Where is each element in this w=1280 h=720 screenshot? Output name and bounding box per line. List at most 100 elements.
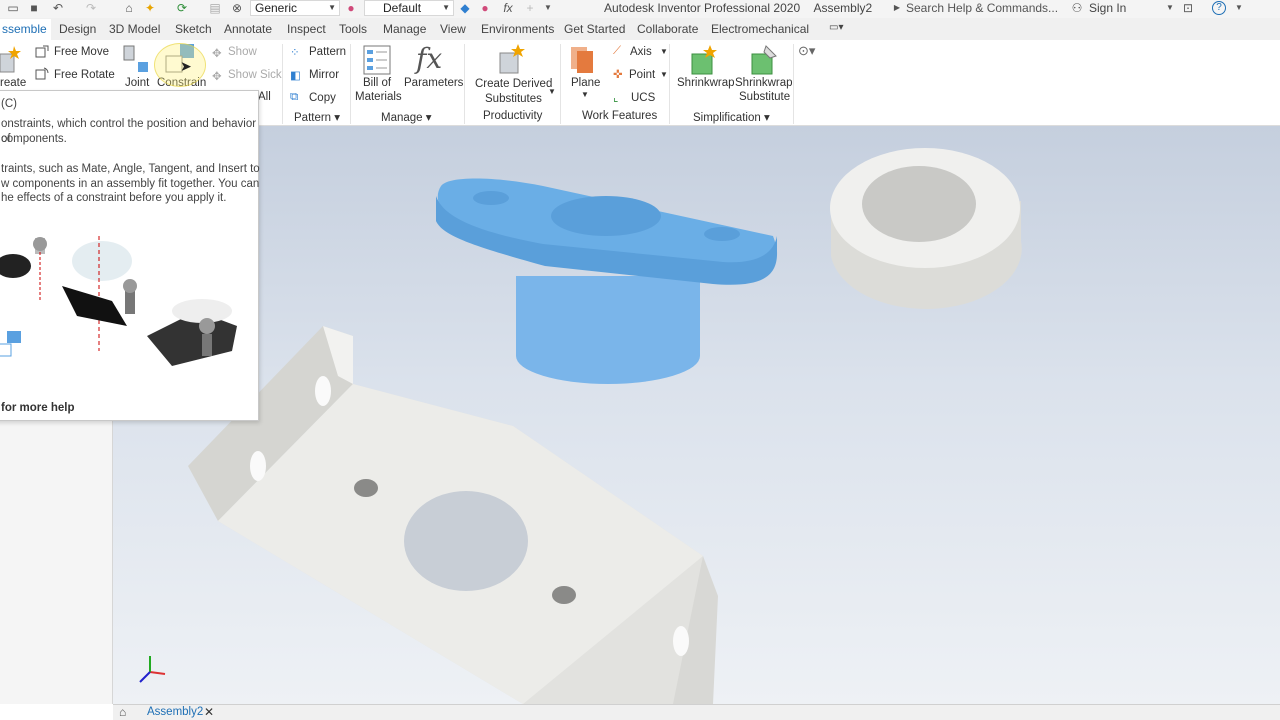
cart-icon[interactable]: ⊡ bbox=[1181, 1, 1195, 15]
chevron-down-icon[interactable]: ▼ bbox=[581, 90, 589, 99]
manage-panel-label[interactable]: Manage ▾ bbox=[381, 110, 432, 124]
tab-inspect[interactable]: Inspect bbox=[287, 22, 326, 36]
create-derived-line1[interactable]: Create Derived bbox=[475, 78, 552, 90]
tab-electromechanical[interactable]: Electromechanical bbox=[711, 22, 809, 36]
new-icon[interactable]: ✦ bbox=[143, 1, 157, 15]
point-icon: ✜ bbox=[613, 69, 623, 81]
simplification-panel-text: Simplification bbox=[693, 112, 761, 124]
undo-icon[interactable]: ↶ bbox=[51, 1, 65, 15]
clear-icon[interactable]: ● bbox=[478, 1, 492, 15]
save-icon[interactable]: ■ bbox=[27, 1, 41, 15]
appearance-combo-value: Generic bbox=[255, 1, 298, 15]
tab-environments[interactable]: Environments bbox=[481, 22, 554, 36]
tab-annotate[interactable]: Annotate bbox=[224, 22, 272, 36]
tab-manage[interactable]: Manage bbox=[383, 22, 426, 36]
panel-separator bbox=[464, 44, 465, 124]
ucs-icon: ⌞ bbox=[613, 92, 619, 104]
manage-panel-text: Manage bbox=[381, 112, 423, 124]
tooltip-help-link[interactable]: for more help bbox=[1, 401, 261, 416]
pattern-panel-label[interactable]: Pattern ▾ bbox=[294, 110, 340, 124]
select-icon[interactable]: ▤ bbox=[208, 1, 222, 15]
free-rotate-button[interactable]: Free Rotate bbox=[54, 69, 115, 81]
tooltip-shortcut: (C) bbox=[1, 98, 17, 110]
shrinkwrap-button[interactable]: Shrinkwrap bbox=[677, 77, 735, 89]
bushing-bore bbox=[551, 196, 661, 236]
mirror-button[interactable]: Mirror bbox=[309, 69, 339, 81]
parameters-button[interactable]: Parameters bbox=[404, 77, 463, 89]
material-icon[interactable]: ⊗ bbox=[230, 1, 244, 15]
tab-assemble[interactable]: ssemble bbox=[0, 19, 51, 40]
create-component-icon[interactable] bbox=[0, 44, 24, 74]
fx-icon[interactable]: fx bbox=[501, 1, 515, 15]
quick-access-toolbar: ▭ ■ ↶ ↷ ⌂ ✦ ⟳ ▤ ⊗ Generic ▼ ● Default ▼ … bbox=[0, 0, 1280, 18]
tab-view[interactable]: View bbox=[440, 22, 466, 36]
appearance-combo[interactable]: Generic ▼ bbox=[250, 0, 340, 16]
chevron-down-icon[interactable]: ▼ bbox=[548, 87, 556, 96]
shrinkwrap-substitute-icon bbox=[751, 45, 777, 75]
axis-button[interactable]: Axis bbox=[630, 46, 652, 58]
model-canvas[interactable] bbox=[113, 126, 1280, 704]
close-icon[interactable]: ✕ bbox=[204, 705, 214, 719]
chevron-down-icon[interactable]: ▼ bbox=[660, 70, 668, 79]
tab-get-started[interactable]: Get Started bbox=[564, 22, 625, 36]
tab-3d-model[interactable]: 3D Model bbox=[109, 22, 160, 36]
simplification-panel-label[interactable]: Simplification ▾ bbox=[693, 110, 770, 124]
show-sick-button[interactable]: Show Sick bbox=[228, 69, 282, 81]
spacer-ring-part[interactable] bbox=[830, 148, 1022, 309]
plane-button[interactable]: Plane bbox=[571, 77, 600, 89]
tab-design[interactable]: Design bbox=[59, 22, 96, 36]
document-tab-assembly2[interactable]: Assembly2 bbox=[147, 706, 203, 718]
home-icon[interactable]: ⌂ bbox=[122, 1, 136, 15]
home-icon[interactable]: ⌂ bbox=[119, 705, 126, 719]
create-label[interactable]: reate bbox=[0, 77, 26, 89]
user-icon: ⚇ bbox=[1071, 1, 1083, 15]
adjust-icon[interactable]: ◆ bbox=[458, 1, 472, 15]
show-icon: ✥ bbox=[212, 48, 222, 60]
customize-chevron-icon[interactable]: ▼ bbox=[541, 1, 555, 15]
tooltip-text: traints, such as Mate, Angle, Tangent, a… bbox=[1, 163, 260, 175]
mouse-pointer-icon: ➤ bbox=[180, 58, 192, 74]
shrinkwrap-substitute-line1[interactable]: Shrinkwrap bbox=[735, 77, 793, 89]
plus-icon[interactable]: + bbox=[523, 1, 537, 15]
open-icon[interactable]: ▭ bbox=[6, 1, 20, 15]
free-move-button[interactable]: Free Move bbox=[54, 46, 109, 58]
panel-options-icon[interactable]: ▭▾ bbox=[829, 22, 843, 33]
help-icon[interactable]: ? bbox=[1212, 1, 1226, 15]
tooltip-text: he effects of a constraint before you ap… bbox=[1, 192, 227, 204]
productivity-panel-label: Productivity bbox=[483, 110, 543, 122]
copy-button[interactable]: Copy bbox=[309, 92, 336, 104]
axis-icon: ⟋ bbox=[613, 45, 622, 57]
show-button[interactable]: Show bbox=[228, 46, 257, 58]
bracket-part[interactable] bbox=[188, 326, 718, 704]
chevron-down-icon[interactable]: ▼ bbox=[660, 47, 668, 56]
document-title: Assembly2 bbox=[813, 1, 873, 15]
create-derived-line2[interactable]: Substitutes bbox=[485, 93, 542, 105]
flange-bushing-part[interactable] bbox=[436, 178, 778, 385]
free-rotate-icon bbox=[35, 67, 49, 80]
bill-of-materials-line1[interactable]: Bill of bbox=[363, 77, 391, 89]
tab-collaborate[interactable]: Collaborate bbox=[637, 22, 698, 36]
point-button[interactable]: Point bbox=[629, 69, 655, 81]
graphics-viewport[interactable] bbox=[113, 126, 1280, 704]
sign-in-link[interactable]: Sign In bbox=[1089, 1, 1126, 15]
style-combo[interactable]: Default ▼ bbox=[364, 0, 454, 16]
search-help-field[interactable]: Search Help & Commands... bbox=[906, 1, 1058, 15]
bill-of-materials-line2[interactable]: Materials bbox=[355, 91, 402, 103]
panel-visibility-icon[interactable]: ⊙▾ bbox=[798, 43, 815, 59]
tab-tools[interactable]: Tools bbox=[339, 22, 367, 36]
bracket-hole bbox=[552, 586, 576, 604]
pattern-button[interactable]: Pattern bbox=[309, 46, 346, 58]
panel-separator bbox=[669, 44, 670, 124]
chevron-down-icon[interactable]: ▼ bbox=[1232, 1, 1246, 15]
joint-button[interactable]: Joint bbox=[125, 77, 149, 89]
redo-icon[interactable]: ↷ bbox=[84, 1, 98, 15]
color-wheel-icon[interactable]: ● bbox=[344, 1, 358, 15]
shrinkwrap-substitute-line2[interactable]: Substitute bbox=[739, 91, 790, 103]
update-icon[interactable]: ⟳ bbox=[175, 1, 189, 15]
ucs-button[interactable]: UCS bbox=[631, 92, 655, 104]
chevron-down-icon[interactable]: ▼ bbox=[1163, 1, 1177, 15]
tab-sketch[interactable]: Sketch bbox=[175, 22, 212, 36]
bracket-side-hole bbox=[315, 376, 331, 406]
tooltip-text: components. bbox=[1, 133, 67, 145]
panel-separator bbox=[282, 44, 283, 124]
